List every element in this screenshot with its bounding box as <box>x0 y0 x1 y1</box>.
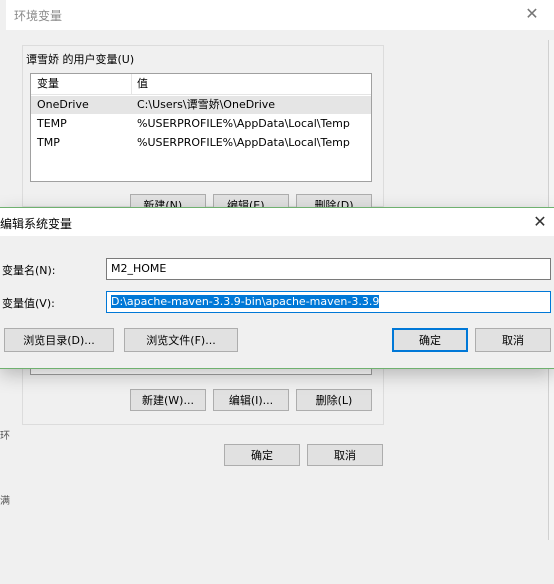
system-new-button[interactable]: 新建(W)... <box>130 389 206 411</box>
variable-value-label: 变量值(V): <box>2 297 55 310</box>
table-row[interactable]: OneDrive C:\Users\谭雪娇\OneDrive <box>31 96 371 114</box>
browse-directory-button[interactable]: 浏览目录(D)... <box>4 328 114 352</box>
user-vars-label: 谭雪娇 的用户变量(U) <box>26 53 135 66</box>
ok-button[interactable]: 确定 <box>392 328 468 352</box>
header-variable[interactable]: 变量 <box>31 74 132 94</box>
edge-text: 满 <box>0 496 10 507</box>
row-value: %USERPROFILE%\AppData\Local\Temp <box>137 117 350 130</box>
table-row[interactable]: TMP %USERPROFILE%\AppData\Local\Temp <box>31 134 371 152</box>
browse-file-button[interactable]: 浏览文件(F)... <box>124 328 238 352</box>
system-delete-button[interactable]: 删除(L) <box>296 389 372 411</box>
env-titlebar: 环境变量 ✕ <box>6 0 554 30</box>
env-ok-button[interactable]: 确定 <box>224 444 300 466</box>
close-icon[interactable]: ✕ <box>522 4 542 24</box>
variable-name-label: 变量名(N): <box>2 264 56 277</box>
variable-value-input[interactable]: D:\apache-maven-3.3.9-bin\apache-maven-3… <box>106 291 551 313</box>
row-name: TEMP <box>37 117 67 130</box>
row-value: C:\Users\谭雪娇\OneDrive <box>137 98 276 111</box>
row-value: %USERPROFILE%\AppData\Local\Temp <box>137 136 350 149</box>
variable-name-input[interactable]: M2_HOME <box>106 258 551 280</box>
user-vars-table[interactable]: 变量 值 OneDrive C:\Users\谭雪娇\OneDrive TEMP… <box>30 73 372 182</box>
dialog-title: 编辑系统变量 <box>0 217 73 231</box>
cancel-button[interactable]: 取消 <box>475 328 551 352</box>
selected-text: D:\apache-maven-3.3.9-bin\apache-maven-3… <box>111 295 380 308</box>
table-row[interactable]: TEMP %USERPROFILE%\AppData\Local\Temp <box>31 115 371 133</box>
env-window-title: 环境变量 <box>14 9 63 23</box>
env-cancel-button[interactable]: 取消 <box>307 444 383 466</box>
header-value[interactable]: 值 <box>131 74 357 94</box>
edge-text: 环 <box>0 431 10 442</box>
row-name: TMP <box>37 136 60 149</box>
dialog-titlebar: 编辑系统变量 ✕ <box>0 208 554 236</box>
edit-system-variable-dialog: 编辑系统变量 ✕ 变量名(N): M2_HOME 变量值(V): D:\apac… <box>0 208 554 368</box>
close-icon[interactable]: ✕ <box>530 212 550 232</box>
table-header: 变量 值 <box>31 74 371 95</box>
row-name: OneDrive <box>37 98 89 111</box>
system-edit-button[interactable]: 编辑(I)... <box>213 389 289 411</box>
